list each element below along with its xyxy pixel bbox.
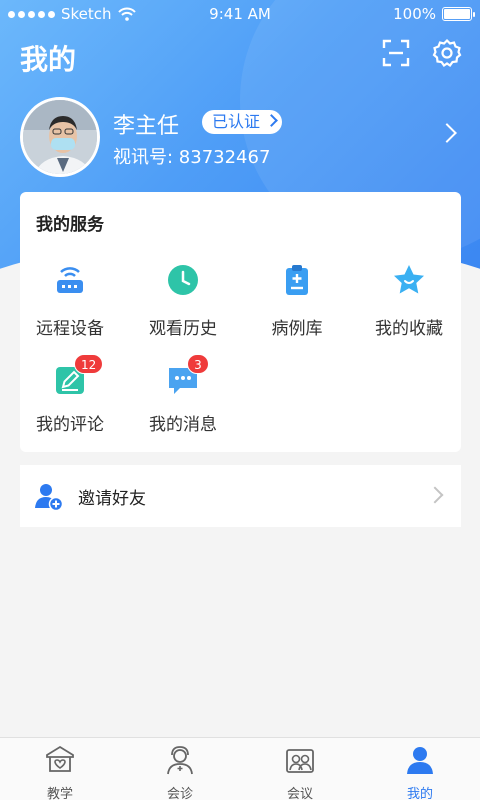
tab-meeting[interactable]: 会议 <box>240 738 360 800</box>
tab-label: 会诊 <box>166 787 193 800</box>
video-id: 视讯号: 83732467 <box>113 147 271 168</box>
service-favorites[interactable]: 我的收藏 <box>354 262 464 339</box>
chevron-right-icon <box>265 114 278 127</box>
gear-icon[interactable] <box>432 38 462 68</box>
services-title: 我的服务 <box>36 215 104 235</box>
service-watch-history[interactable]: 观看历史 <box>128 262 238 339</box>
profile-icon <box>407 747 433 774</box>
user-name: 李主任 <box>113 114 180 139</box>
service-remote-device[interactable]: 远程设备 <box>15 262 125 339</box>
meeting-icon <box>286 749 314 773</box>
scan-icon[interactable] <box>381 38 411 68</box>
add-user-icon <box>35 484 64 511</box>
status-bar: Sketch 9:41 AM 100% <box>0 0 480 28</box>
battery-icon <box>442 7 475 21</box>
verified-label: 已认证 <box>212 112 261 131</box>
service-my-messages[interactable]: 3 我的消息 <box>128 354 238 435</box>
service-case-library[interactable]: 病例库 <box>242 262 352 339</box>
service-label: 远程设备 <box>36 319 104 339</box>
chevron-right-icon <box>426 486 444 504</box>
service-label: 我的收藏 <box>375 319 443 339</box>
service-my-comments[interactable]: 12 我的评论 <box>15 354 125 435</box>
service-label: 我的评论 <box>36 415 104 435</box>
tab-profile[interactable]: 我的 <box>360 738 480 800</box>
tab-label: 教学 <box>46 787 73 800</box>
invite-label: 邀请好友 <box>78 489 146 509</box>
service-label: 观看历史 <box>149 319 217 339</box>
services-card: 我的服务 远程设备 观看历史 病例库 我的收藏 12 我的评论 3 我的消息 <box>20 192 461 452</box>
battery-percent: 100% <box>393 5 436 23</box>
avatar[interactable] <box>20 97 100 177</box>
bottom-tab-bar: 教学 会诊 会议 我的 <box>0 737 480 800</box>
clipboard-icon <box>286 265 308 295</box>
consultation-icon <box>167 746 193 775</box>
service-label: 病例库 <box>271 319 323 339</box>
star-icon <box>394 265 424 294</box>
clock-icon <box>168 265 198 295</box>
verified-badge[interactable]: 已认证 <box>202 110 283 134</box>
battery-status: 100% <box>393 5 475 23</box>
comments-count-badge: 12 <box>74 354 104 374</box>
invite-friends-row[interactable]: 邀请好友 <box>20 465 461 527</box>
page-title: 我的 <box>20 43 77 76</box>
messages-count-badge: 3 <box>187 354 209 374</box>
teaching-icon <box>46 745 74 772</box>
tab-label: 会议 <box>286 787 313 800</box>
tab-label: 我的 <box>406 787 433 800</box>
service-label: 我的消息 <box>149 415 217 435</box>
router-icon <box>57 267 83 293</box>
tab-consultation[interactable]: 会诊 <box>120 738 240 800</box>
tab-teaching[interactable]: 教学 <box>0 738 120 800</box>
